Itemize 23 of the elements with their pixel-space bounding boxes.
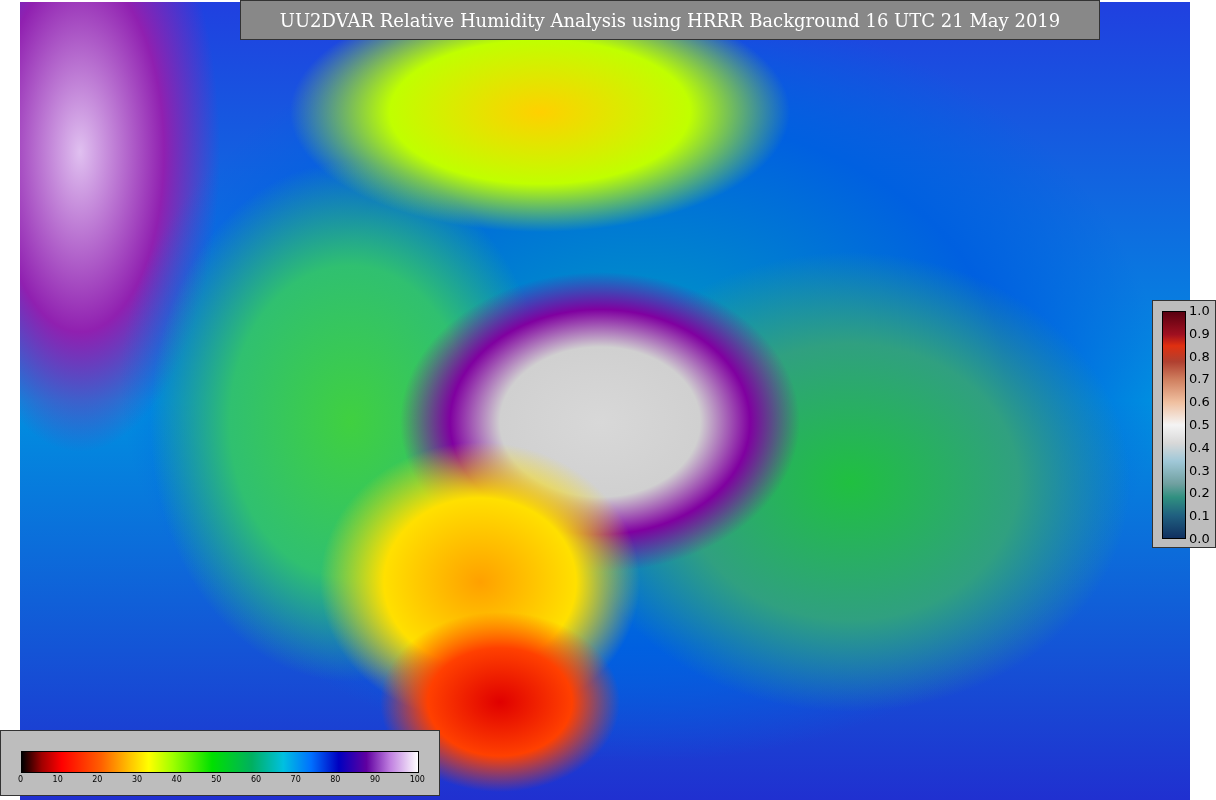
colorbar-tick-label: 70 — [290, 775, 301, 784]
colorbar-tick-label: 0.4 — [1189, 439, 1210, 456]
colorbar-tick-label: 40 — [171, 775, 182, 784]
colorbar-tick-label: 10 — [52, 775, 63, 784]
colorbar-tick-label: 20 — [92, 775, 103, 784]
colorbar-tick-label: 0.5 — [1189, 417, 1210, 433]
map-title: UU2DVAR Relative Humidity Analysis using HRRR Background 16 UTC 21 May 2019 — [240, 0, 1100, 40]
colorbar-tick-label: 60 — [250, 775, 262, 784]
colorbar-tick-label: 0.0 — [1189, 530, 1210, 547]
colorbar-tick-label: 80 — [330, 775, 341, 784]
colorbar-tick-label: 0.1 — [1189, 508, 1210, 525]
colorbar-tick-label: 0.3 — [1189, 462, 1210, 479]
colorbar-tick-label: 100 — [409, 775, 425, 784]
colorbar-tick-label: 0.9 — [1189, 325, 1210, 342]
colorbar-tick-label: 0.8 — [1189, 348, 1210, 365]
colorbar-tick-label: 0.7 — [1189, 371, 1210, 388]
colorbar-tick-label: 0 — [18, 775, 24, 784]
colorbar-tick-label: 30 — [131, 775, 143, 784]
colorbar-tick-label: 0.6 — [1189, 394, 1210, 411]
colorbar-tick-label: 1.0 — [1189, 303, 1210, 319]
colorbar-tick-label: 50 — [211, 775, 222, 784]
colorbar-tick-label: 90 — [369, 775, 381, 784]
colorbar-tick-label: 0.2 — [1189, 485, 1210, 502]
